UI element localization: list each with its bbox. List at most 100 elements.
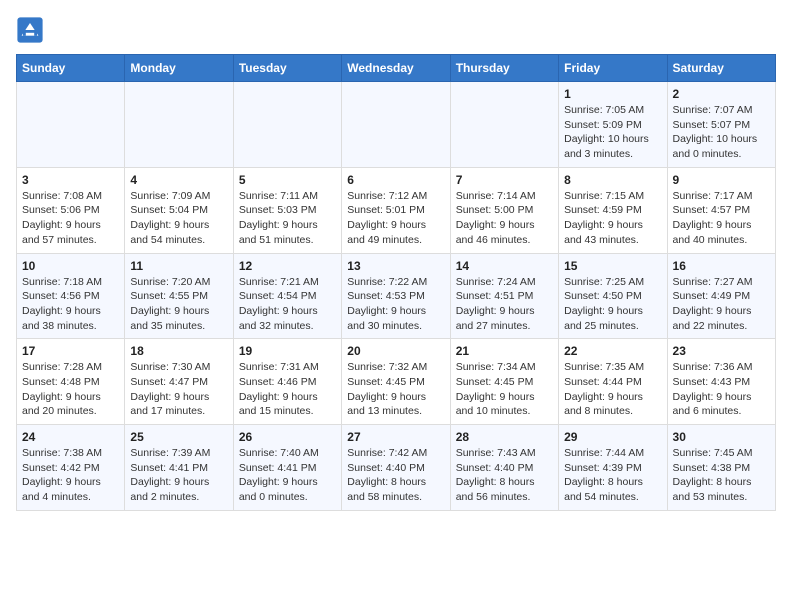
- calendar-cell: 10Sunrise: 7:18 AMSunset: 4:56 PMDayligh…: [17, 253, 125, 339]
- logo-icon: [16, 16, 44, 44]
- day-info: Sunrise: 7:15 AMSunset: 4:59 PMDaylight:…: [564, 189, 661, 248]
- calendar-cell: 9 Sunrise: 7:17 AMSunset: 4:57 PMDaylight…: [667, 167, 775, 253]
- day-number: 16: [673, 259, 770, 273]
- calendar-cell: [342, 82, 450, 168]
- day-info: Sunrise: 7:43 AMSunset: 4:40 PMDaylight:…: [456, 446, 553, 505]
- calendar-week-row: 10Sunrise: 7:18 AMSunset: 4:56 PMDayligh…: [17, 253, 776, 339]
- calendar-cell: 22 Sunrise: 7:35 AMSunset: 4:44 PMDayligh…: [559, 339, 667, 425]
- day-info: Sunrise: 7:30 AMSunset: 4:47 PMDaylight:…: [130, 360, 227, 419]
- day-number: 24: [22, 430, 119, 444]
- day-number: 15: [564, 259, 661, 273]
- weekday-header-thursday: Thursday: [450, 55, 558, 82]
- day-info: Sunrise: 7:08 AMSunset: 5:06 PMDaylight:…: [22, 189, 119, 248]
- day-number: 27: [347, 430, 444, 444]
- calendar-week-row: 17 Sunrise: 7:28 AMSunset: 4:48 PMDayligh…: [17, 339, 776, 425]
- calendar-cell: [233, 82, 341, 168]
- day-number: 4: [130, 173, 227, 187]
- day-info: Sunrise: 7:40 AMSunset: 4:41 PMDaylight:…: [239, 446, 336, 505]
- calendar-week-row: 24 Sunrise: 7:38 AMSunset: 4:42 PMDayligh…: [17, 425, 776, 511]
- calendar-cell: 8 Sunrise: 7:15 AMSunset: 4:59 PMDaylight…: [559, 167, 667, 253]
- day-number: 23: [673, 344, 770, 358]
- day-number: 6: [347, 173, 444, 187]
- day-info: Sunrise: 7:32 AMSunset: 4:45 PMDaylight:…: [347, 360, 444, 419]
- calendar-cell: 24 Sunrise: 7:38 AMSunset: 4:42 PMDayligh…: [17, 425, 125, 511]
- calendar-cell: 14 Sunrise: 7:24 AMSunset: 4:51 PMDayligh…: [450, 253, 558, 339]
- day-number: 3: [22, 173, 119, 187]
- calendar-cell: [450, 82, 558, 168]
- day-info: Sunrise: 7:31 AMSunset: 4:46 PMDaylight:…: [239, 360, 336, 419]
- calendar-cell: 28Sunrise: 7:43 AMSunset: 4:40 PMDayligh…: [450, 425, 558, 511]
- day-number: 29: [564, 430, 661, 444]
- day-info: Sunrise: 7:12 AMSunset: 5:01 PMDaylight:…: [347, 189, 444, 248]
- day-number: 17: [22, 344, 119, 358]
- calendar-cell: 20 Sunrise: 7:32 AMSunset: 4:45 PMDayligh…: [342, 339, 450, 425]
- calendar-cell: [17, 82, 125, 168]
- day-info: Sunrise: 7:38 AMSunset: 4:42 PMDaylight:…: [22, 446, 119, 505]
- day-info: Sunrise: 7:07 AMSunset: 5:07 PMDaylight:…: [673, 103, 770, 162]
- calendar-cell: 12 Sunrise: 7:21 AMSunset: 4:54 PMDayligh…: [233, 253, 341, 339]
- day-info: Sunrise: 7:17 AMSunset: 4:57 PMDaylight:…: [673, 189, 770, 248]
- day-info: Sunrise: 7:39 AMSunset: 4:41 PMDaylight:…: [130, 446, 227, 505]
- calendar-cell: 19 Sunrise: 7:31 AMSunset: 4:46 PMDayligh…: [233, 339, 341, 425]
- day-number: 19: [239, 344, 336, 358]
- day-number: 30: [673, 430, 770, 444]
- weekday-header-monday: Monday: [125, 55, 233, 82]
- day-info: Sunrise: 7:34 AMSunset: 4:45 PMDaylight:…: [456, 360, 553, 419]
- day-info: Sunrise: 7:05 AMSunset: 5:09 PMDaylight:…: [564, 103, 661, 162]
- calendar-cell: 11 Sunrise: 7:20 AMSunset: 4:55 PMDayligh…: [125, 253, 233, 339]
- calendar-week-row: 1Sunrise: 7:05 AMSunset: 5:09 PMDaylight…: [17, 82, 776, 168]
- calendar-cell: 7 Sunrise: 7:14 AMSunset: 5:00 PMDaylight…: [450, 167, 558, 253]
- calendar-week-row: 3 Sunrise: 7:08 AMSunset: 5:06 PMDaylight…: [17, 167, 776, 253]
- day-number: 2: [673, 87, 770, 101]
- day-number: 18: [130, 344, 227, 358]
- day-number: 5: [239, 173, 336, 187]
- day-number: 21: [456, 344, 553, 358]
- day-number: 8: [564, 173, 661, 187]
- day-info: Sunrise: 7:36 AMSunset: 4:43 PMDaylight:…: [673, 360, 770, 419]
- weekday-header-friday: Friday: [559, 55, 667, 82]
- calendar-cell: 25 Sunrise: 7:39 AMSunset: 4:41 PMDayligh…: [125, 425, 233, 511]
- day-info: Sunrise: 7:42 AMSunset: 4:40 PMDaylight:…: [347, 446, 444, 505]
- calendar-cell: 3 Sunrise: 7:08 AMSunset: 5:06 PMDaylight…: [17, 167, 125, 253]
- day-info: Sunrise: 7:28 AMSunset: 4:48 PMDaylight:…: [22, 360, 119, 419]
- day-number: 11: [130, 259, 227, 273]
- day-info: Sunrise: 7:21 AMSunset: 4:54 PMDaylight:…: [239, 275, 336, 334]
- weekday-header-wednesday: Wednesday: [342, 55, 450, 82]
- day-number: 12: [239, 259, 336, 273]
- day-info: Sunrise: 7:24 AMSunset: 4:51 PMDaylight:…: [456, 275, 553, 334]
- calendar-cell: 5Sunrise: 7:11 AMSunset: 5:03 PMDaylight…: [233, 167, 341, 253]
- weekday-header-tuesday: Tuesday: [233, 55, 341, 82]
- day-number: 10: [22, 259, 119, 273]
- day-number: 20: [347, 344, 444, 358]
- day-info: Sunrise: 7:20 AMSunset: 4:55 PMDaylight:…: [130, 275, 227, 334]
- weekday-header-saturday: Saturday: [667, 55, 775, 82]
- calendar-cell: [125, 82, 233, 168]
- day-info: Sunrise: 7:14 AMSunset: 5:00 PMDaylight:…: [456, 189, 553, 248]
- page-header: [16, 16, 776, 44]
- calendar-cell: 21 Sunrise: 7:34 AMSunset: 4:45 PMDayligh…: [450, 339, 558, 425]
- calendar-cell: 17 Sunrise: 7:28 AMSunset: 4:48 PMDayligh…: [17, 339, 125, 425]
- calendar-cell: 18 Sunrise: 7:30 AMSunset: 4:47 PMDayligh…: [125, 339, 233, 425]
- calendar-cell: 16 Sunrise: 7:27 AMSunset: 4:49 PMDayligh…: [667, 253, 775, 339]
- day-info: Sunrise: 7:27 AMSunset: 4:49 PMDaylight:…: [673, 275, 770, 334]
- calendar-cell: 6 Sunrise: 7:12 AMSunset: 5:01 PMDaylight…: [342, 167, 450, 253]
- day-number: 14: [456, 259, 553, 273]
- day-info: Sunrise: 7:45 AMSunset: 4:38 PMDaylight:…: [673, 446, 770, 505]
- calendar-cell: 26Sunrise: 7:40 AMSunset: 4:41 PMDayligh…: [233, 425, 341, 511]
- day-info: Sunrise: 7:25 AMSunset: 4:50 PMDaylight:…: [564, 275, 661, 334]
- day-info: Sunrise: 7:35 AMSunset: 4:44 PMDaylight:…: [564, 360, 661, 419]
- calendar-cell: 15 Sunrise: 7:25 AMSunset: 4:50 PMDayligh…: [559, 253, 667, 339]
- calendar-cell: 1Sunrise: 7:05 AMSunset: 5:09 PMDaylight…: [559, 82, 667, 168]
- day-number: 9: [673, 173, 770, 187]
- calendar-cell: 13Sunrise: 7:22 AMSunset: 4:53 PMDayligh…: [342, 253, 450, 339]
- day-info: Sunrise: 7:09 AMSunset: 5:04 PMDaylight:…: [130, 189, 227, 248]
- day-number: 7: [456, 173, 553, 187]
- day-number: 22: [564, 344, 661, 358]
- day-info: Sunrise: 7:22 AMSunset: 4:53 PMDaylight:…: [347, 275, 444, 334]
- calendar-cell: 23 Sunrise: 7:36 AMSunset: 4:43 PMDayligh…: [667, 339, 775, 425]
- day-number: 25: [130, 430, 227, 444]
- calendar-cell: 27 Sunrise: 7:42 AMSunset: 4:40 PMDayligh…: [342, 425, 450, 511]
- logo: [16, 16, 48, 44]
- weekday-header-row: SundayMondayTuesdayWednesdayThursdayFrid…: [17, 55, 776, 82]
- calendar-cell: 29Sunrise: 7:44 AMSunset: 4:39 PMDayligh…: [559, 425, 667, 511]
